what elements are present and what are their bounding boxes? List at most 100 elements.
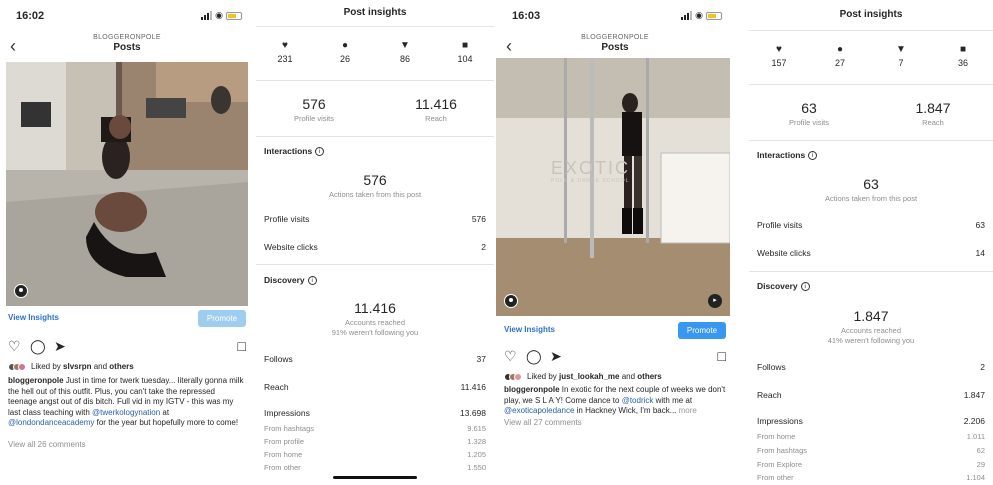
accounts-label: Accounts reached — [840, 326, 902, 335]
reach-summary: 11.416 Reach — [386, 96, 486, 123]
back-arrow-icon[interactable]: ‹ — [10, 36, 16, 57]
share-icon[interactable]: ➤ — [550, 348, 562, 364]
tagged-user-icon[interactable] — [504, 294, 518, 308]
caption-text-2: at — [160, 407, 170, 417]
comment-icon: ● — [341, 40, 349, 51]
liked-by-others[interactable]: others — [637, 372, 661, 381]
liked-by-user[interactable]: slvsrpn — [63, 362, 91, 371]
promote-button[interactable]: Promote — [678, 322, 726, 339]
liked-by-user[interactable]: just_lookah_me — [559, 372, 619, 381]
info-icon[interactable]: i — [808, 151, 818, 160]
caption-username[interactable]: bloggeronpole — [8, 376, 64, 385]
post-image[interactable]: EXOTIC POLE & DANCE SCHOOL ▸ — [496, 58, 730, 316]
source-label: From other — [757, 473, 794, 482]
post-image-art — [496, 58, 730, 316]
divider — [749, 84, 993, 85]
bookmark-icon[interactable]: □ — [718, 348, 726, 364]
share-icon: ▼ — [400, 40, 410, 51]
heart-icon: ♥ — [282, 40, 288, 51]
row-value: 11.416 — [460, 382, 486, 392]
caption-username[interactable]: bloggeronpole — [504, 385, 560, 394]
row-value: 576 — [471, 214, 486, 224]
view-insights-link[interactable]: View Insights — [8, 313, 59, 322]
caption-text-2: with me at — [653, 395, 693, 405]
insights-title: Post insights — [839, 9, 903, 20]
profile-visits-label: Profile visits — [293, 114, 334, 123]
liked-by-others[interactable]: others — [109, 362, 133, 371]
saves-count: 104 — [457, 54, 473, 64]
caption-text-3: in Hackney Wick, I'm back... — [574, 406, 679, 415]
reach-label: Reach — [425, 114, 447, 123]
row-label: Website clicks — [757, 248, 811, 258]
view-comments-link[interactable]: View all 27 comments — [504, 418, 582, 427]
caption-mention-1[interactable]: @twerkologynation — [92, 408, 160, 417]
source-label: From hashtags — [264, 424, 315, 433]
actions-number: 576 — [363, 172, 387, 188]
divider — [256, 264, 494, 265]
divider — [749, 30, 993, 31]
caption-mention-2[interactable]: @londondanceacademy — [8, 418, 94, 427]
comments-count: 26 — [339, 54, 350, 64]
share-icon: ▼ — [896, 44, 906, 55]
accounts-sub: 91% weren't following you — [331, 328, 419, 337]
nav-bar: ‹ BLOGGERONPOLE Posts — [0, 34, 254, 60]
discovery-header: Discovery i — [264, 275, 317, 285]
wifi-icon: ◉ — [215, 10, 223, 20]
likes-stat: ♥ 157 — [762, 44, 796, 68]
battery-icon — [706, 11, 722, 20]
source-label: From other — [264, 463, 301, 472]
follows-row: Follows 37 — [264, 354, 486, 364]
promo-row: View Insights Promote — [504, 322, 726, 340]
bookmark-icon: ■ — [959, 44, 967, 55]
likes-count: 157 — [771, 58, 787, 68]
caption-mention-2[interactable]: @exoticapoledance — [504, 406, 574, 415]
share-icon[interactable]: ➤ — [54, 338, 66, 354]
insights-title: Post insights — [343, 7, 407, 18]
source-value: 1.328 — [467, 437, 486, 446]
promo-row: View Insights Promote — [8, 310, 246, 328]
promote-button[interactable]: Promote — [198, 310, 246, 327]
liked-by-label: Liked by — [527, 372, 560, 381]
wifi-icon: ◉ — [695, 10, 703, 20]
heart-icon[interactable]: ♡ — [8, 338, 21, 354]
post-image[interactable] — [6, 62, 248, 306]
divider — [256, 136, 494, 137]
liked-by-label: Liked by — [31, 362, 64, 371]
speaker-icon[interactable]: ▸ — [708, 294, 722, 308]
wall-sign: EXOTIC — [551, 158, 631, 178]
row-label: Reach — [264, 382, 289, 392]
comments-count: 27 — [834, 58, 845, 68]
comment-icon[interactable]: ◯ — [526, 348, 542, 364]
info-icon[interactable]: i — [315, 147, 325, 156]
row-label: Impressions — [757, 416, 803, 426]
shares-stat: ▼ 86 — [388, 40, 422, 64]
bookmark-icon[interactable]: □ — [238, 338, 246, 354]
info-icon[interactable]: i — [800, 282, 810, 291]
view-insights-link[interactable]: View Insights — [504, 325, 555, 334]
impressions-source-row: From home 1.205 — [264, 450, 486, 459]
shares-stat: ▼ 7 — [884, 44, 918, 68]
post-caption: bloggeronpole In exotic for the next cou… — [504, 385, 726, 417]
profile-visits-number: 576 — [302, 96, 326, 112]
tagged-user-icon[interactable] — [14, 284, 28, 298]
impressions-row: Impressions 13.698 — [264, 408, 486, 418]
likes-count: 231 — [277, 54, 293, 64]
caption-mention-1[interactable]: @todrick — [622, 396, 654, 405]
info-icon[interactable]: i — [307, 276, 317, 285]
nav-title: Posts — [113, 42, 141, 53]
shares-count: 7 — [898, 58, 904, 68]
accounts-label: Accounts reached — [344, 318, 406, 327]
home-indicator — [333, 476, 417, 479]
comment-icon[interactable]: ◯ — [30, 338, 46, 354]
profile-visits-number: 63 — [801, 100, 817, 116]
bookmark-icon: ■ — [461, 40, 469, 51]
profile-visits-summary: 576 Profile visits — [264, 96, 364, 123]
website-clicks-row: Website clicks 2 — [264, 242, 486, 252]
impressions-source-row: From Explore 29 — [757, 460, 985, 469]
row-label: Follows — [757, 362, 786, 372]
post-screen-1: 16:02 ◉ ‹ BLOGGERONPOLE Posts View Insig… — [0, 0, 254, 485]
back-arrow-icon[interactable]: ‹ — [506, 36, 512, 57]
heart-icon[interactable]: ♡ — [504, 348, 517, 364]
caption-more-link[interactable]: more — [679, 406, 697, 415]
view-comments-link[interactable]: View all 26 comments — [8, 440, 86, 449]
